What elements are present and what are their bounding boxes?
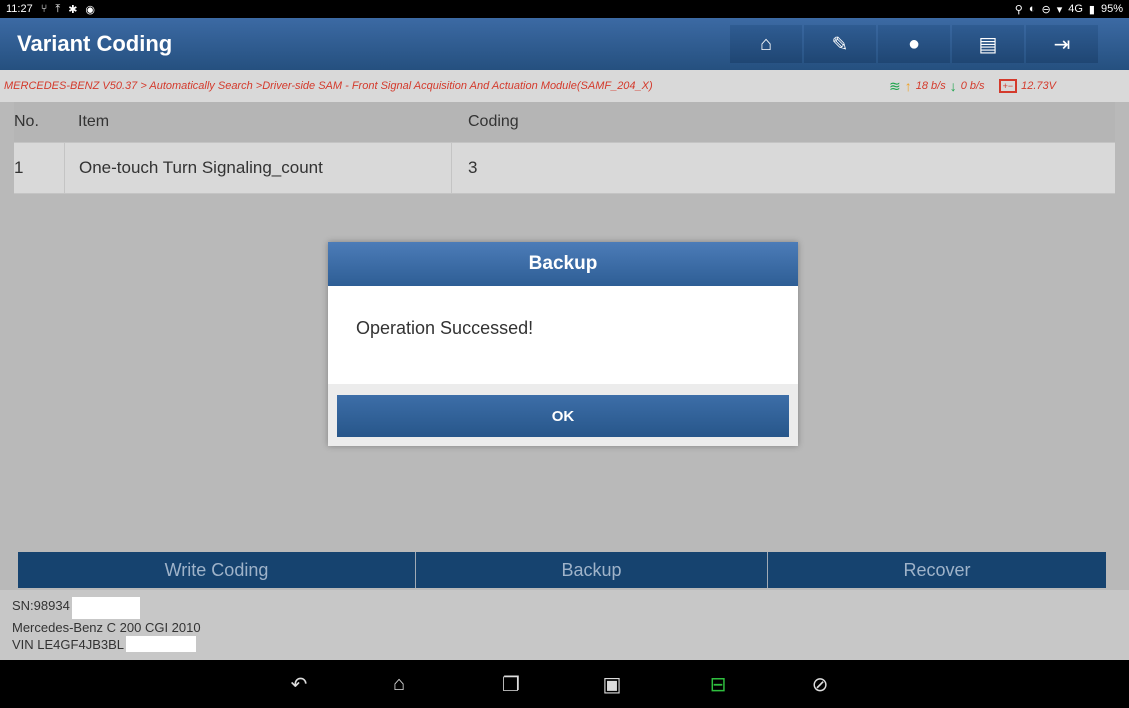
upload-icon: ⤒ (55, 2, 61, 15)
page-title: Variant Coding (17, 31, 173, 56)
network-type: 4G (1068, 3, 1083, 15)
download-arrow-icon: ↓ (949, 78, 957, 94)
battery-icon: ▮ (1088, 3, 1095, 16)
exit-icon: ⇥ (1053, 33, 1071, 56)
vin: VIN LE4GF4JB3BL (12, 637, 124, 652)
ok-button[interactable]: OK (337, 395, 789, 437)
vpn-icon: ◐ (1028, 3, 1036, 15)
row-item: One-touch Turn Signaling_count (64, 143, 452, 193)
screenshot-icon[interactable]: ▣ (597, 670, 627, 698)
status-bar: 11:27 ⑂ ⤒ ✱ ◉ ⚲ ◐ ⊖ ▾ 4G ▮ 95% (0, 0, 1129, 18)
header-item: Item (78, 113, 110, 130)
message-icon: ● (907, 32, 921, 55)
vci-icon[interactable]: ⊟ (703, 670, 733, 698)
title-bar: Variant Coding ⌂ ✎ ● ▤ ⇥ (0, 18, 1129, 70)
print-button[interactable]: ▤ (952, 25, 1024, 63)
row-no: 1 (14, 158, 24, 177)
battery-level: 95% (1100, 3, 1123, 15)
vehicle-info: SN:98934 Mercedes-Benz C 200 CGI 2010 VI… (0, 590, 1129, 660)
home-icon: ⌂ (759, 32, 773, 55)
voltage: 12.73V (1021, 80, 1056, 92)
home-button[interactable]: ⌂ (730, 25, 802, 63)
backup-button[interactable]: Backup (416, 552, 768, 588)
feedback-button[interactable]: ● (878, 25, 950, 63)
action-bar: Write Coding Backup Recover (18, 552, 1106, 588)
download-rate: 0 b/s (960, 80, 985, 92)
print-icon: ▤ (978, 33, 998, 56)
table-row[interactable]: 1 One-touch Turn Signaling_count 3 (14, 142, 1115, 194)
redaction-box (126, 636, 196, 652)
navigation-bar: ↶ ⌂ ❐ ▣ ⊟ ⊘ (0, 660, 1129, 708)
signal-icon: ▾ (1056, 3, 1063, 16)
car-battery-icon: +− (998, 79, 1018, 93)
recover-button[interactable]: Recover (768, 552, 1106, 588)
dnd-icon: ⊖ (1041, 3, 1051, 16)
home-nav-icon[interactable]: ⌂ (384, 670, 414, 698)
back-icon[interactable]: ↶ (284, 670, 314, 698)
dialog-title: Backup (328, 242, 798, 286)
exit-button[interactable]: ⇥ (1026, 25, 1098, 63)
browser-icon[interactable]: ⊘ (805, 670, 835, 698)
edit-icon: ✎ (831, 33, 849, 56)
table-header: No. Item Coding (14, 102, 1115, 142)
message-icon: ◉ (85, 3, 96, 16)
dialog-message: Operation Successed! (356, 318, 534, 338)
wifi-icon: ≋ (889, 77, 901, 94)
header-coding: Coding (468, 113, 519, 130)
breadcrumb: MERCEDES-BENZ V50.37 > Automatically Sea… (0, 70, 1129, 102)
upload-arrow-icon: ↑ (904, 78, 912, 94)
location-icon: ⚲ (1014, 3, 1023, 16)
vehicle-model: Mercedes-Benz C 200 CGI 2010 (12, 620, 201, 635)
coding-table: No. Item Coding 1 One-touch Turn Signali… (14, 102, 1115, 194)
row-coding: 3 (468, 158, 478, 177)
serial-number: SN:98934 (12, 598, 70, 613)
write-coding-button[interactable]: Write Coding (18, 552, 416, 588)
backup-dialog: Backup Operation Successed! OK (328, 242, 798, 446)
upload-rate: 18 b/s (915, 80, 946, 92)
redaction-box (71, 597, 140, 619)
breadcrumb-path: MERCEDES-BENZ V50.37 > Automatically Sea… (4, 80, 653, 92)
edit-button[interactable]: ✎ (804, 25, 876, 63)
clock: 11:27 (6, 3, 33, 15)
connection-stats: ≋ ↑ 18 b/s ↓ 0 b/s +− 12.73V (889, 78, 1056, 95)
dialog-footer: OK (328, 384, 798, 446)
bluetooth-icon: ✱ (68, 3, 78, 16)
recents-icon[interactable]: ❐ (496, 670, 526, 698)
header-no: No. (14, 113, 39, 130)
usb-icon: ⑂ (40, 3, 48, 15)
